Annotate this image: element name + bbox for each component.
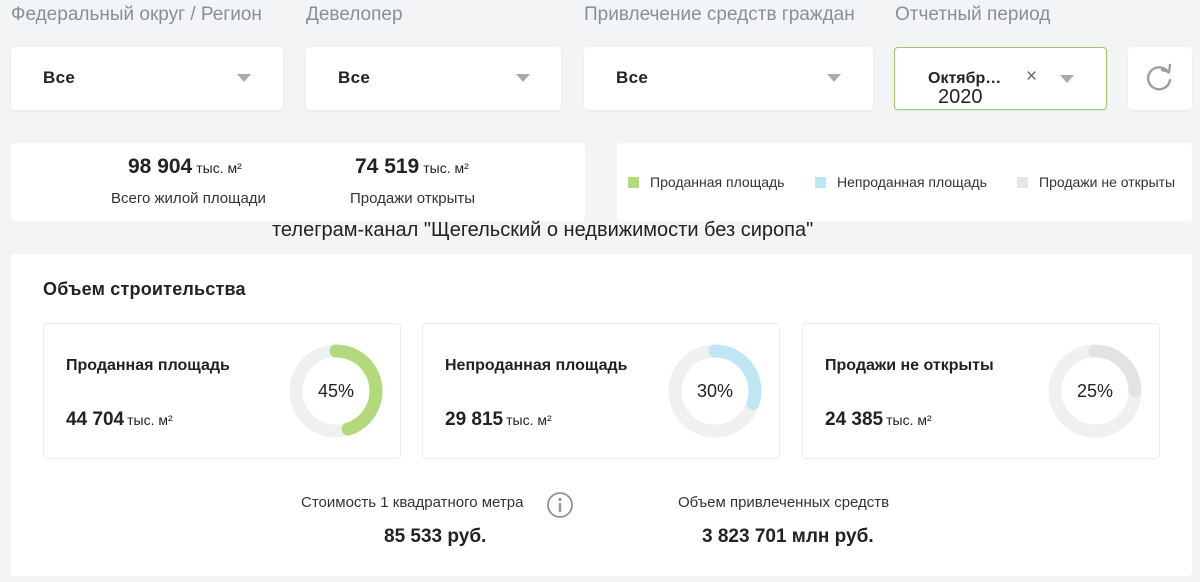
card-sold: Проданная площадь 44 704 тыс. м² 45% [43,323,401,459]
legend-swatch [628,177,639,188]
donut-percent: 45% [317,381,355,401]
legend-swatch [815,177,826,188]
chevron-down-icon[interactable] [1060,75,1074,83]
card-title: Непроданная площадь [445,357,628,374]
legend-not-open: Продажи не открыты [1017,174,1175,190]
funding-select[interactable]: Все [584,47,873,110]
clear-icon[interactable]: × [1026,66,1037,88]
price-value: 85 533 руб. [384,526,487,547]
chevron-down-icon [827,74,841,82]
region-filter-label: Федеральный округ / Регион [11,4,262,25]
refresh-button[interactable] [1128,47,1192,110]
total-area-value: 98 904 тыс. м² [128,155,242,178]
watermark-text: телеграм-канал "Щегельский о недвижимост… [272,219,814,241]
card-value: 29 815 тыс. м² [445,409,552,430]
card-unsold: Непроданная площадь 29 815 тыс. м² 30% [422,323,780,459]
period-filter-label: Отчетный период [895,4,1051,25]
donut-percent: 30% [696,381,734,401]
card-not-open: Продажи не открыты 24 385 тыс. м² 25% [802,323,1160,459]
legend-sold: Проданная площадь [628,174,784,190]
period-select-year: 2020 [938,86,983,108]
funding-filter-label: Привлечение средств граждан [584,4,855,25]
developer-filter-label: Девелопер [306,4,403,25]
summary-panel: 98 904 тыс. м² Всего жилой площади 74 519… [11,143,585,221]
legend-swatch [1017,177,1028,188]
refresh-icon [1146,63,1172,91]
period-select[interactable]: Октябр… 2020 × [894,47,1107,110]
donut-percent: 25% [1076,381,1114,401]
funds-value: 3 823 701 млн руб. [702,526,874,547]
open-sales-caption: Продажи открыты [350,190,476,207]
total-area-caption: Всего жилой площади [111,190,266,207]
region-select[interactable]: Все [11,47,283,110]
card-title: Проданная площадь [66,357,230,374]
card-value: 24 385 тыс. м² [825,409,932,430]
open-sales-value: 74 519 тыс. м² [355,155,469,178]
funding-select-value: Все [616,68,649,87]
developer-select[interactable]: Все [306,47,561,110]
funds-caption: Объем привлеченных средств [678,494,890,511]
card-value: 44 704 тыс. м² [66,409,173,430]
developer-select-value: Все [338,68,371,87]
section-title: Объем строительства [43,279,246,299]
legend-unsold: Непроданная площадь [815,174,987,190]
region-select-value: Все [43,68,76,87]
chevron-down-icon [516,74,530,82]
info-icon[interactable] [546,491,574,519]
card-title: Продажи не открыты [825,357,994,374]
price-caption: Стоимость 1 квадратного метра [301,494,524,511]
chevron-down-icon [237,74,251,82]
